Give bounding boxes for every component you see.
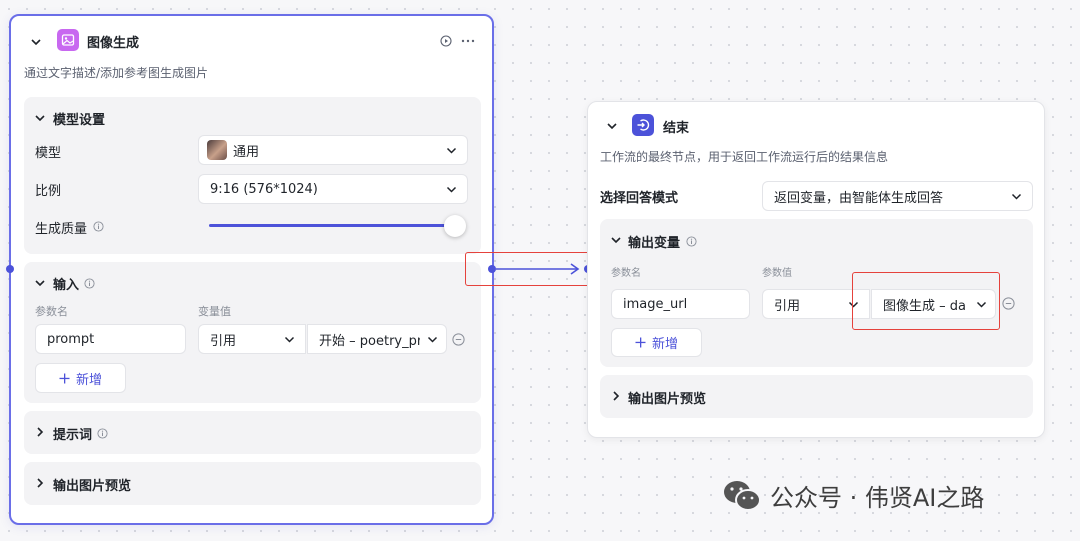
add-output-button[interactable]: 新增 bbox=[611, 328, 702, 357]
prompt-section[interactable]: 提示词 bbox=[24, 411, 481, 454]
model-settings-section: 模型设置 模型 通用 比例 9:16 (576*1024) 生成质量 bbox=[24, 97, 481, 254]
info-icon[interactable] bbox=[84, 278, 95, 289]
remove-row-icon[interactable] bbox=[1002, 297, 1015, 310]
watermark-text: 公众号 · 伟贤AI之路 bbox=[770, 484, 985, 512]
section-title: 输出图片预览 bbox=[53, 479, 132, 494]
ratio-value: 9:16 (576*1024) bbox=[210, 181, 318, 197]
model-select[interactable]: 通用 bbox=[198, 135, 468, 165]
input-section: 输入 参数名 变量值 prompt 引用 开始 – poetry_pr 新增 bbox=[24, 262, 481, 403]
answer-mode-value: 返回变量，由智能体生成回答 bbox=[774, 190, 944, 206]
param-value-header: 参数值 bbox=[762, 268, 792, 279]
quality-slider-handle[interactable] bbox=[444, 215, 466, 237]
chevron-down-icon bbox=[1011, 193, 1022, 200]
ref-value-text: 开始 – poetry_pr bbox=[319, 333, 420, 349]
ref-value-select[interactable]: 开始 – poetry_pr bbox=[307, 324, 447, 354]
connection-arrow[interactable] bbox=[494, 262, 586, 276]
remove-row-icon[interactable] bbox=[452, 333, 465, 346]
param-name-value: prompt bbox=[47, 331, 95, 347]
expand-chevron-icon[interactable] bbox=[34, 426, 46, 438]
answer-mode-label: 选择回答模式 bbox=[600, 191, 679, 206]
image-generation-node[interactable]: 图像生成 通过文字描述/添加参考图生成图片 模型设置 模型 通用 比例 9:16… bbox=[9, 14, 494, 525]
node-title: 结束 bbox=[663, 121, 690, 136]
info-icon[interactable] bbox=[97, 428, 108, 439]
output-ref-type-value: 引用 bbox=[774, 298, 801, 314]
output-preview-section[interactable]: 输出图片预览 bbox=[24, 462, 481, 505]
quality-slider-track[interactable] bbox=[209, 224, 455, 227]
run-icon[interactable] bbox=[440, 35, 452, 47]
model-avatar bbox=[207, 140, 227, 160]
ratio-label: 比例 bbox=[35, 184, 62, 199]
ref-type-select[interactable]: 引用 bbox=[198, 324, 306, 354]
info-icon[interactable] bbox=[686, 236, 697, 247]
end-node[interactable]: 结束 工作流的最终节点，用于返回工作流运行后的结果信息 选择回答模式 返回变量，… bbox=[587, 101, 1045, 438]
collapse-chevron-icon[interactable] bbox=[610, 234, 622, 246]
add-label: 新增 bbox=[75, 372, 102, 388]
chevron-down-icon bbox=[427, 336, 438, 343]
section-title: 提示词 bbox=[53, 428, 93, 443]
ratio-select[interactable]: 9:16 (576*1024) bbox=[198, 174, 468, 204]
section-title: 模型设置 bbox=[53, 113, 106, 128]
info-icon[interactable] bbox=[93, 221, 104, 232]
output-name-value: image_url bbox=[623, 296, 688, 312]
ref-type-value: 引用 bbox=[210, 333, 237, 349]
model-value: 通用 bbox=[233, 144, 260, 160]
var-value-header: 变量值 bbox=[198, 305, 231, 318]
chevron-down-icon bbox=[446, 186, 457, 193]
node-description: 通过文字描述/添加参考图生成图片 bbox=[24, 66, 209, 80]
image-generation-icon bbox=[57, 29, 79, 51]
chevron-down-icon bbox=[284, 336, 295, 343]
model-label: 模型 bbox=[35, 146, 62, 161]
plus-icon bbox=[59, 373, 70, 383]
output-name-input[interactable]: image_url bbox=[611, 289, 750, 319]
param-name-header: 参数名 bbox=[611, 268, 641, 279]
wechat-icon bbox=[724, 480, 761, 511]
collapse-chevron-icon[interactable] bbox=[30, 36, 42, 48]
node-description: 工作流的最终节点，用于返回工作流运行后的结果信息 bbox=[600, 150, 889, 164]
add-label: 新增 bbox=[651, 337, 678, 352]
end-output-preview-section[interactable]: 输出图片预览 bbox=[600, 375, 1033, 418]
expand-chevron-icon[interactable] bbox=[610, 390, 622, 402]
input-port[interactable] bbox=[6, 265, 14, 273]
ref-value-highlight bbox=[852, 272, 1000, 330]
section-title: 输出变量 bbox=[628, 236, 681, 251]
answer-mode-select[interactable]: 返回变量，由智能体生成回答 bbox=[762, 181, 1033, 211]
plus-icon bbox=[635, 337, 646, 348]
more-icon[interactable] bbox=[461, 35, 475, 47]
section-title: 输出图片预览 bbox=[628, 392, 707, 407]
param-name-input[interactable]: prompt bbox=[35, 324, 186, 354]
add-input-button[interactable]: 新增 bbox=[35, 363, 126, 393]
node-title: 图像生成 bbox=[87, 36, 140, 51]
collapse-chevron-icon[interactable] bbox=[34, 112, 46, 124]
end-node-icon bbox=[632, 114, 654, 136]
quality-label: 生成质量 bbox=[35, 222, 88, 237]
expand-chevron-icon[interactable] bbox=[34, 477, 46, 489]
watermark: 公众号 · 伟贤AI之路 bbox=[722, 478, 984, 513]
chevron-down-icon bbox=[446, 147, 457, 154]
param-name-header: 参数名 bbox=[35, 305, 68, 318]
collapse-chevron-icon[interactable] bbox=[34, 277, 46, 289]
section-title: 输入 bbox=[53, 278, 80, 293]
collapse-chevron-icon[interactable] bbox=[606, 120, 618, 132]
